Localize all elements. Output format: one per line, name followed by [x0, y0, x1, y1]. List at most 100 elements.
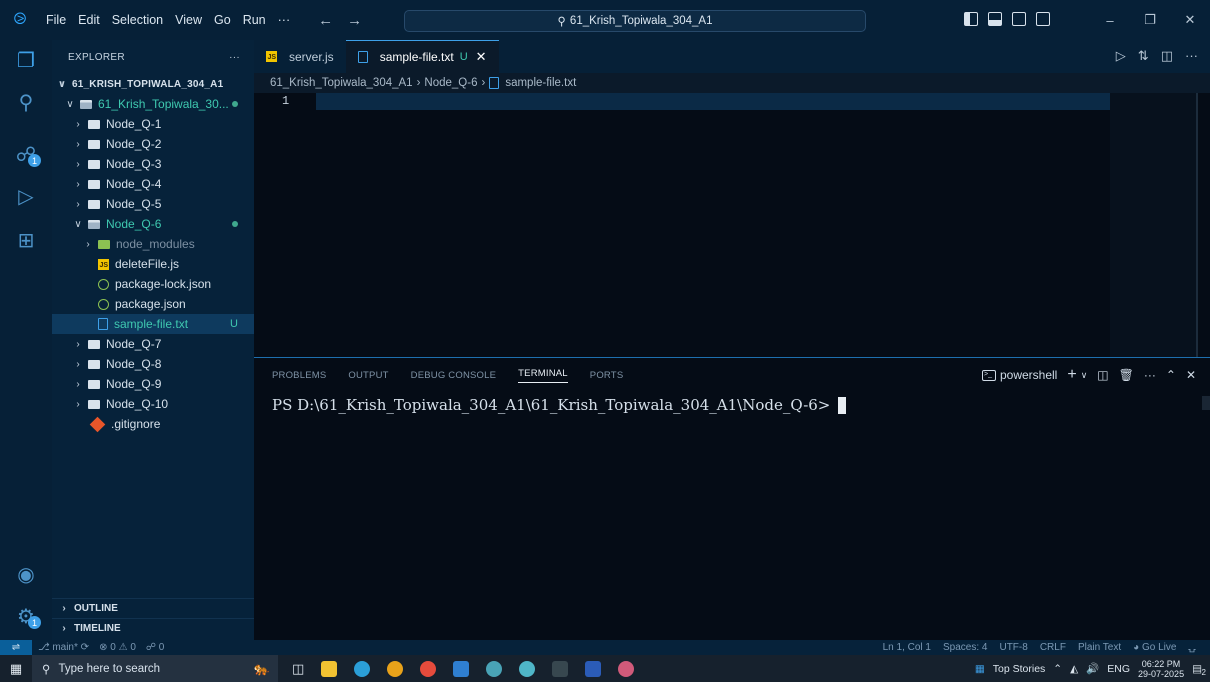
restore-icon[interactable]: ❐ [1130, 12, 1170, 28]
file-explorer-icon[interactable] [321, 660, 338, 677]
explorer-more-icon[interactable]: ··· [229, 52, 240, 63]
split-terminal-icon[interactable]: ◫ [1097, 368, 1108, 382]
tree-folder-node-q5[interactable]: › Node_Q-5 [52, 194, 254, 214]
new-terminal-icon[interactable]: + [1067, 366, 1076, 384]
panel-more-icon[interactable]: ··· [1144, 368, 1156, 382]
git-branch[interactable]: ⎇ main* ⟳ [38, 642, 89, 653]
tree-file-package[interactable]: package.json [52, 294, 254, 314]
terminal-dropdown-chevron-icon[interactable]: ∨ [1081, 370, 1088, 381]
tab-sample-file[interactable]: sample-file.txt U ✕ [345, 40, 499, 73]
indentation[interactable]: Spaces: 4 [943, 642, 987, 653]
menu-view[interactable]: View [169, 13, 208, 27]
word-icon[interactable] [585, 660, 602, 677]
tree-folder-node-q8[interactable]: › Node_Q-8 [52, 354, 254, 374]
customize-layout-icon[interactable] [1036, 12, 1050, 26]
tab-debug-console[interactable]: DEBUG CONSOLE [411, 370, 496, 381]
language-mode[interactable]: Plain Text [1078, 642, 1121, 653]
editor-scrollbar[interactable] [1196, 93, 1198, 357]
tree-folder-node-q2[interactable]: › Node_Q-2 [52, 134, 254, 154]
go-live-button[interactable]: ◕ Go Live [1133, 642, 1176, 653]
trash-icon[interactable]: 🗑 [1119, 368, 1134, 382]
breadcrumb-folder[interactable]: Node_Q-6 [424, 77, 477, 89]
tree-folder-node-q1[interactable]: › Node_Q-1 [52, 114, 254, 134]
tree-folder-node-modules[interactable]: › node_modules [52, 234, 254, 254]
timeline-section[interactable]: › TIMELINE [52, 618, 254, 638]
edge-browser-icon[interactable] [354, 660, 371, 677]
minimize-icon[interactable]: – [1090, 13, 1130, 28]
breadcrumb-file[interactable]: sample-file.txt [505, 77, 576, 89]
menu-go[interactable]: Go [208, 13, 237, 27]
explorer-icon[interactable]: ❐ [0, 40, 52, 80]
code-editor[interactable]: 1 [254, 93, 1210, 357]
terminal-scrollbar[interactable] [1202, 396, 1210, 410]
tree-folder-node-q3[interactable]: › Node_Q-3 [52, 154, 254, 174]
tree-folder-node-q6[interactable]: ∨ Node_Q-6 [52, 214, 254, 234]
extensions-icon[interactable]: ⊞ [0, 220, 52, 260]
search-activity-icon[interactable]: ⚲ [0, 82, 52, 122]
chrome-profile-icon[interactable] [486, 660, 503, 677]
menu-more[interactable]: ··· [272, 13, 297, 27]
command-center-search[interactable]: ⚲ 61_Krish_Topiwala_304_A1 [404, 10, 866, 32]
breadcrumb-root[interactable]: 61_Krish_Topiwala_304_A1 [270, 77, 413, 89]
outline-section[interactable]: › OUTLINE [52, 598, 254, 618]
tree-folder-project[interactable]: ∨ 61_Krish_Topiwala_30... [52, 94, 254, 114]
app-icon[interactable] [420, 660, 437, 677]
menu-edit[interactable]: Edit [72, 13, 106, 27]
split-editor-icon[interactable]: ◫ [1161, 48, 1173, 64]
maximize-panel-icon[interactable]: ⌃ [1166, 368, 1176, 382]
cursor-position[interactable]: Ln 1, Col 1 [883, 642, 931, 653]
chrome-profile-2-icon[interactable] [519, 660, 536, 677]
tab-ports[interactable]: PORTS [590, 370, 624, 381]
menu-run[interactable]: Run [237, 13, 272, 27]
remote-indicator-icon[interactable]: ⇌ [0, 640, 32, 655]
tree-file-deletefile[interactable]: JS deleteFile.js [52, 254, 254, 274]
line-ending[interactable]: CRLF [1040, 642, 1066, 653]
workspace-root[interactable]: ∨ 61_KRISH_TOPIWALA_304_A1 [52, 74, 254, 94]
toggle-panel-icon[interactable] [988, 12, 1002, 26]
tree-file-sample[interactable]: sample-file.txt U [52, 314, 254, 334]
network-icon[interactable]: ◭ [1070, 663, 1078, 675]
tree-file-gitignore[interactable]: .gitignore [52, 414, 254, 434]
close-panel-icon[interactable]: ✕ [1186, 368, 1196, 382]
toggle-secondary-sidebar-icon[interactable] [1012, 12, 1026, 26]
ports-indicator[interactable]: ☍ 0 [146, 642, 164, 653]
tree-folder-node-q4[interactable]: › Node_Q-4 [52, 174, 254, 194]
editor-more-icon[interactable]: ··· [1185, 48, 1198, 64]
tree-folder-node-q9[interactable]: › Node_Q-9 [52, 374, 254, 394]
run-debug-icon[interactable]: ▷ [0, 176, 52, 216]
windows-start-icon[interactable]: ▦ [0, 661, 32, 677]
problems-indicator[interactable]: ⊗ 0 ⚠ 0 [99, 642, 136, 653]
tab-terminal[interactable]: TERMINAL [518, 368, 568, 383]
back-arrow-icon[interactable]: ← [318, 12, 333, 29]
notification-center-icon[interactable]: ▤ 2 [1192, 663, 1206, 677]
taskbar-search[interactable]: ⚲ Type here to search 🐅 [32, 655, 278, 682]
source-control-icon[interactable]: ☍ 1 [0, 134, 52, 174]
tree-folder-node-q10[interactable]: › Node_Q-10 [52, 394, 254, 414]
tab-output[interactable]: OUTPUT [348, 370, 388, 381]
forward-arrow-icon[interactable]: → [347, 12, 362, 29]
tree-folder-node-q7[interactable]: › Node_Q-7 [52, 334, 254, 354]
minimap[interactable] [1110, 93, 1196, 357]
menu-selection[interactable]: Selection [106, 13, 169, 27]
compare-changes-icon[interactable]: ⇅ [1138, 48, 1149, 64]
tab-server-js[interactable]: JS server.js [254, 40, 346, 73]
vscode-taskbar-icon[interactable] [453, 660, 470, 677]
clock[interactable]: 06:22 PM 29-07-2025 [1138, 659, 1184, 679]
chrome-browser-icon[interactable] [387, 660, 404, 677]
encoding[interactable]: UTF-8 [999, 642, 1027, 653]
accounts-icon[interactable]: ◉ [0, 554, 52, 594]
close-window-icon[interactable]: ✕ [1170, 12, 1210, 28]
paint-icon[interactable] [618, 660, 635, 677]
menu-file[interactable]: File [40, 13, 72, 27]
tab-problems[interactable]: PROBLEMS [272, 370, 326, 381]
language-indicator[interactable]: ENG [1107, 663, 1130, 675]
terminal-prompt[interactable]: PS D:\61_Krish_Topiwala_304_A1\61_Krish_… [272, 396, 847, 414]
notifications-bell-icon[interactable]: ⍽ [1188, 642, 1196, 653]
settings-gear-icon[interactable]: ⚙ 1 [0, 596, 52, 636]
task-view-icon[interactable]: ◫ [292, 661, 304, 677]
terminal-shell-label[interactable]: powershell [1000, 368, 1057, 382]
toggle-primary-sidebar-icon[interactable] [964, 12, 978, 26]
volume-icon[interactable]: 🔊 [1086, 662, 1099, 675]
close-tab-icon[interactable]: ✕ [476, 49, 487, 65]
run-file-icon[interactable]: ▷ [1116, 48, 1126, 64]
